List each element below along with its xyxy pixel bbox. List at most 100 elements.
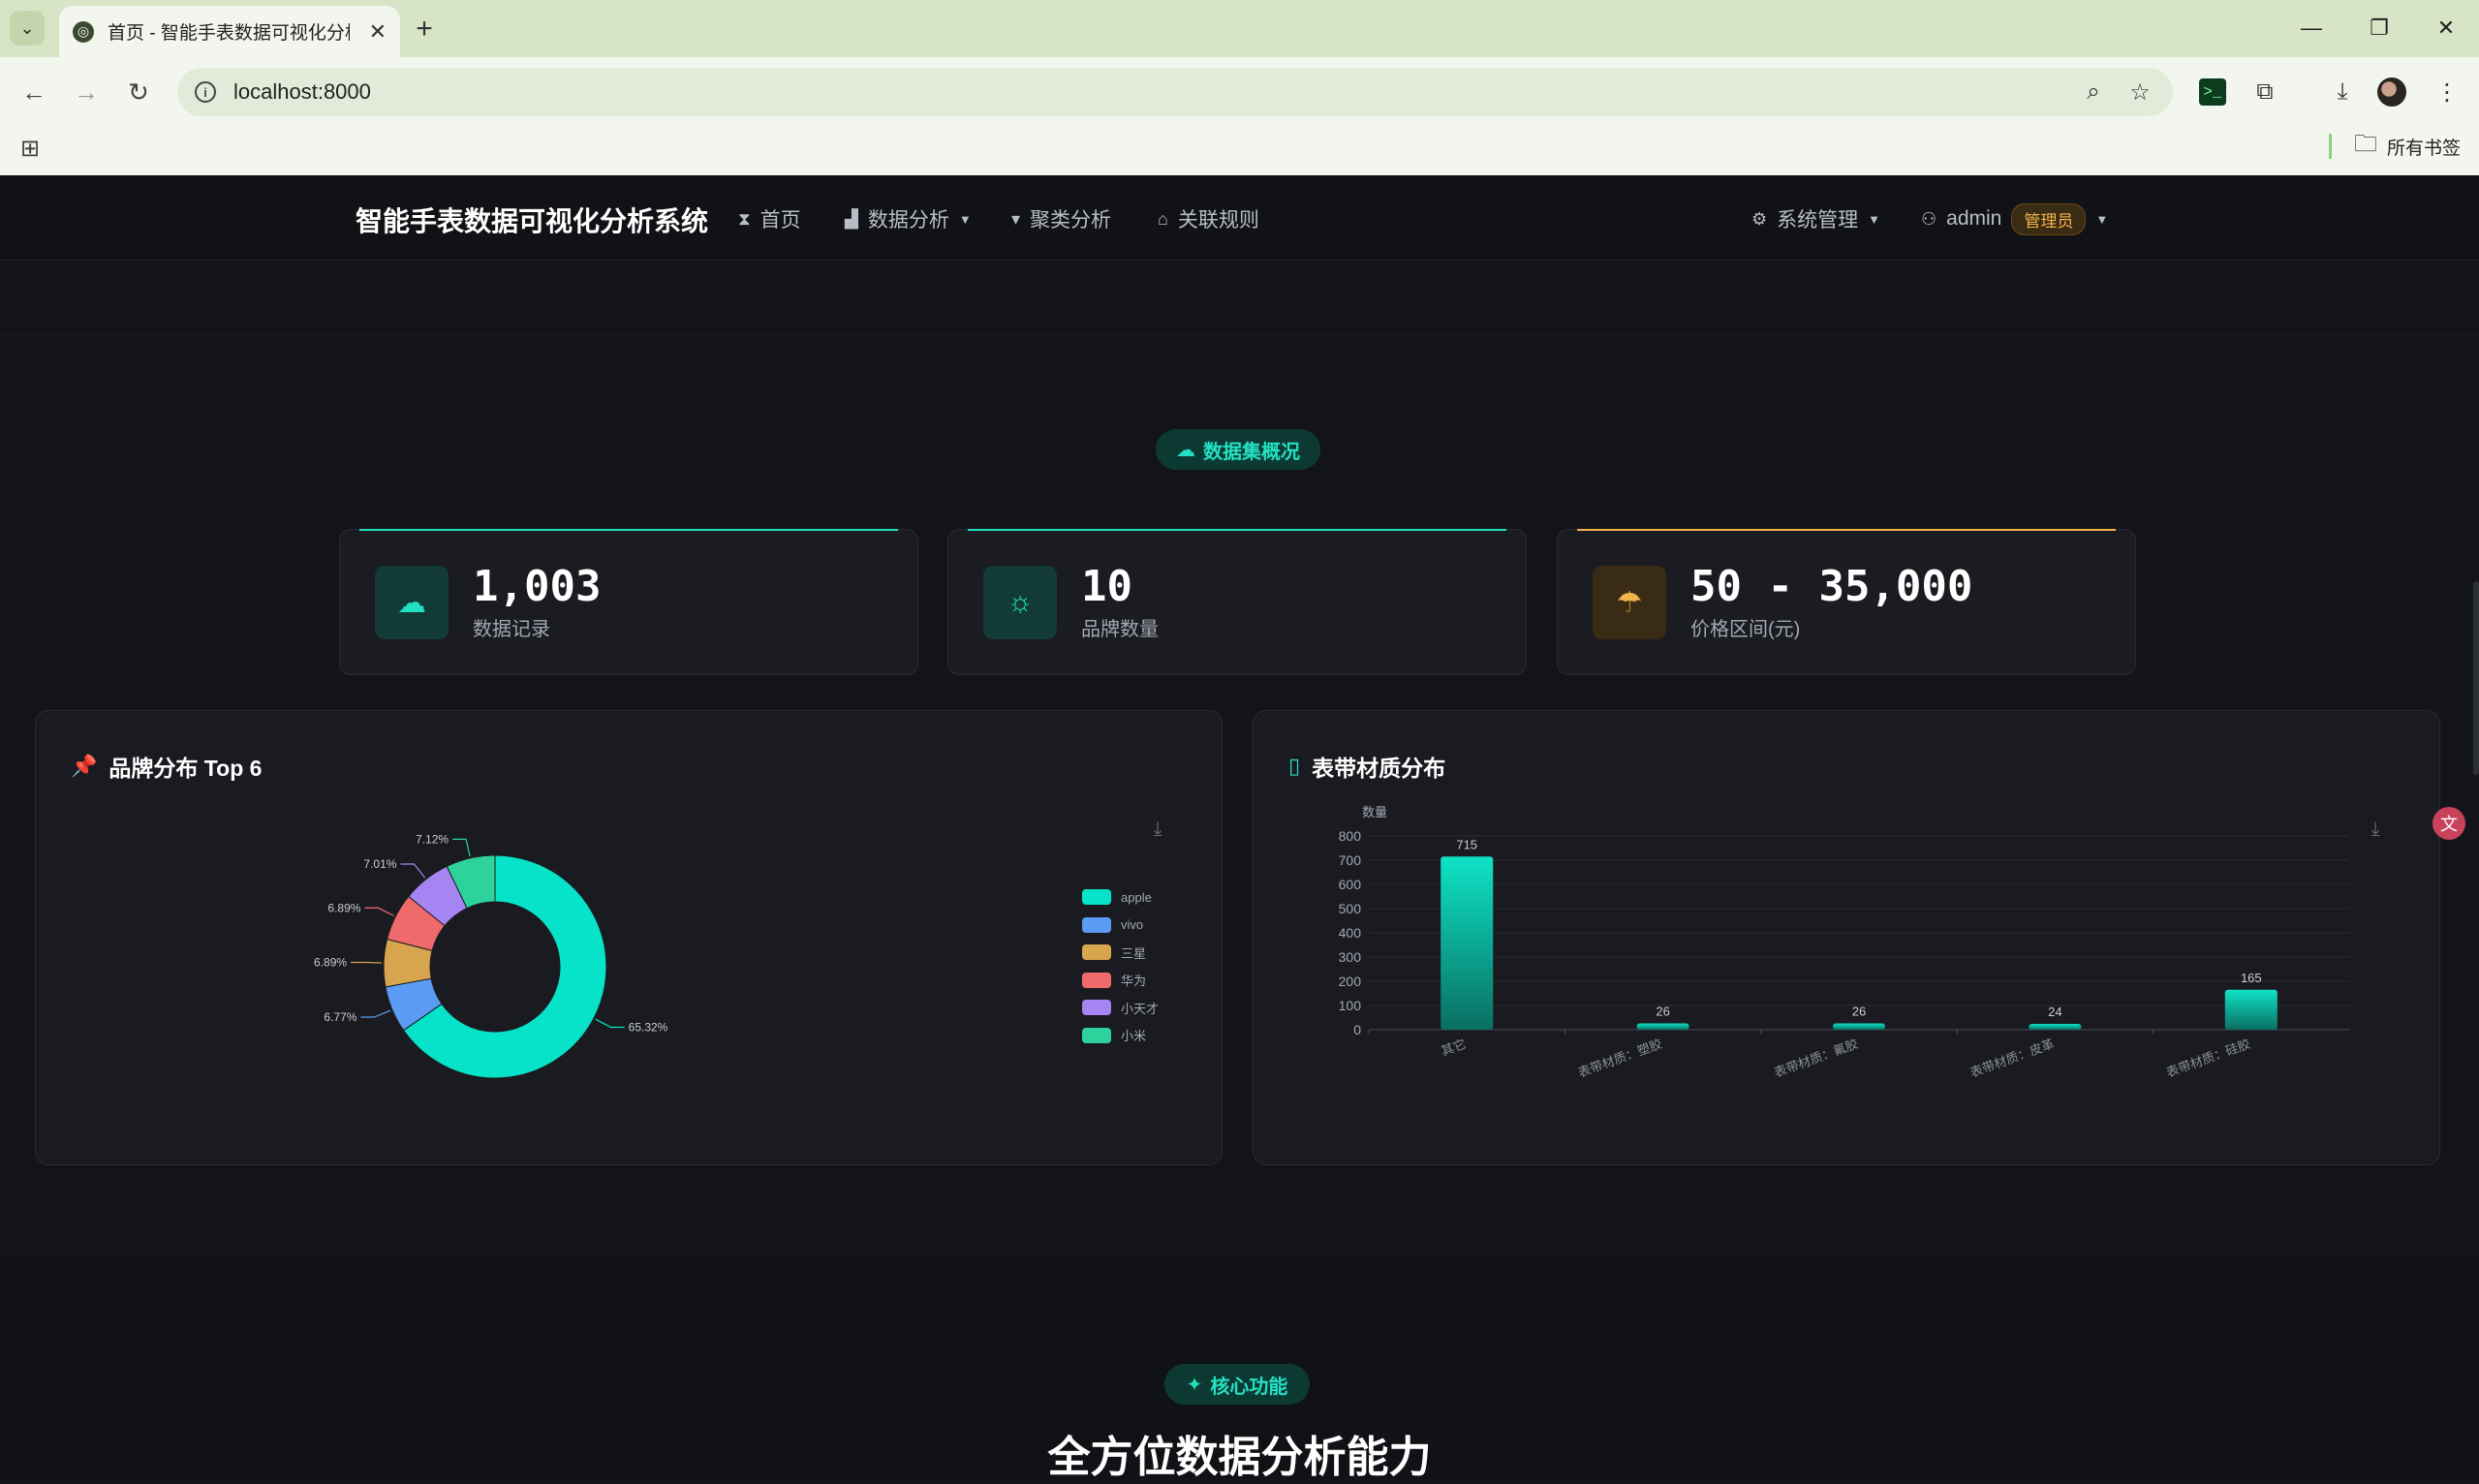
stat-card-price-range: ☂ 50 - 35,000 价格区间(元) (1557, 529, 2136, 675)
globe-icon: ◎ (73, 20, 94, 43)
pie-leader-line (351, 961, 383, 964)
nav-home-label: 首页 (759, 209, 801, 232)
tab-search-button[interactable]: ⌄ (10, 11, 45, 46)
bar-chart-icon: ▟ (845, 208, 858, 229)
all-bookmarks-folder[interactable]: 🗀 所有书签 (2354, 131, 2462, 161)
caret-down-icon: ▼ (958, 211, 972, 227)
username: admin (1946, 207, 2002, 230)
back-button[interactable]: ← (15, 74, 52, 110)
pie-data-label: 6.77% (324, 1010, 356, 1024)
nav-cluster-label: 聚类分析 (1030, 209, 1112, 232)
close-icon[interactable]: ✕ (369, 19, 387, 45)
legend-label: 小米 (1121, 1029, 1147, 1043)
kebab-menu-icon[interactable]: ⋮ (2431, 76, 2464, 108)
features-heading: 全方位数据分析能力 (1047, 1434, 1432, 1481)
url-text: localhost:8000 (233, 79, 371, 104)
cloud-rain-icon: ☂ (1593, 566, 1666, 639)
pie-leader-line (452, 838, 471, 857)
site-brand[interactable]: 智能手表数据可视化分析系统 (356, 201, 708, 239)
legend-item-华为[interactable]: 华为 (1082, 971, 1146, 990)
bookmarks-divider (2329, 134, 2332, 159)
download-icon[interactable]: ⤓ (2326, 76, 2359, 108)
stat-card-records: ☁ 1,003 数据记录 (339, 529, 918, 675)
site-info-icon[interactable]: i (195, 81, 216, 103)
new-tab-button[interactable]: + (407, 12, 442, 46)
legend-swatch (1082, 944, 1111, 960)
y-tick-label: 400 (1339, 925, 1362, 941)
pie-leader-line (595, 1018, 625, 1029)
x-tick-label: 表带材质：氟胶 (1772, 1036, 1860, 1080)
legend-item-小米[interactable]: 小米 (1082, 1026, 1146, 1045)
legend-swatch (1082, 916, 1111, 933)
pie-leader-line (364, 907, 394, 916)
nav-cluster-analysis[interactable]: ▾ 聚类分析 (1011, 204, 1111, 233)
y-tick-label: 800 (1339, 828, 1362, 844)
forward-button[interactable]: → (68, 74, 105, 110)
reload-button[interactable]: ↻ (120, 74, 157, 110)
scrollbar[interactable] (2473, 581, 2479, 775)
nav-system-management[interactable]: ⚙ 系统管理 ▼ (1751, 204, 1880, 233)
user-menu[interactable]: ⚇ admin 管理员 ▼ (1921, 202, 2108, 235)
brand-pie-chart: 65.32% 6.77% 6.89% 6.89% 7.01% 7.12% (314, 832, 668, 1079)
y-tick-label: 500 (1339, 901, 1362, 916)
pie-leader-line (360, 1009, 391, 1018)
y-tick-label: 700 (1339, 852, 1362, 868)
browser-tab[interactable]: ◎ 首页 - 智能手表数据可视化分析 ✕ (59, 6, 400, 57)
star-icon[interactable]: ☆ (2125, 77, 2154, 107)
bar-3 (2029, 1024, 2082, 1030)
legend-item-小天才[interactable]: 小天才 (1082, 998, 1159, 1017)
bar-2 (1833, 1023, 1885, 1030)
bar-value-label: 26 (1656, 1005, 1669, 1019)
stat-label: 价格区间(元) (1690, 619, 1801, 640)
nav-data-analysis[interactable]: ▟ 数据分析 ▼ (845, 204, 972, 233)
restore-button[interactable]: ❐ (2355, 10, 2403, 46)
chevron-down-icon: ⌄ (19, 17, 35, 38)
bar-value-label: 26 (1852, 1005, 1866, 1019)
nav-association-label: 关联规则 (1177, 209, 1259, 232)
stat-value: 10 (1081, 562, 1132, 611)
y-tick-label: 100 (1339, 998, 1362, 1013)
cloud-icon: ☁ (1176, 439, 1195, 461)
translate-icon[interactable]: 文 (2433, 807, 2465, 840)
legend-item-三星[interactable]: 三星 (1082, 943, 1146, 962)
nav-association-rules[interactable]: ⌂ 关联规则 (1158, 204, 1259, 233)
legend-item-apple[interactable]: apple (1082, 887, 1152, 907)
sun-icon: ☼ (983, 566, 1057, 639)
features-badge: ✦ 核心功能 (1164, 1364, 1310, 1405)
all-bookmarks-label: 所有书签 (2387, 138, 2462, 159)
gamepad-icon: ⌂ (1158, 208, 1168, 229)
bar-value-label: 24 (2048, 1005, 2061, 1019)
legend-item-vivo[interactable]: vivo (1082, 915, 1143, 935)
stat-value: 1,003 (473, 562, 602, 611)
pie-data-label: 7.01% (363, 857, 396, 871)
apps-grid-icon[interactable]: ⊞ (15, 134, 45, 163)
stat-card-brands: ☼ 10 品牌数量 (947, 529, 1527, 675)
section-divider (0, 334, 2479, 335)
y-tick-label: 200 (1339, 974, 1362, 989)
terminal-extension-icon[interactable]: >_ (2196, 76, 2229, 108)
material-bar-chart: 数量 0 100 200 300 400 500 600 700 800 715 其它 26 表带材质：塑… (1339, 805, 2349, 1080)
x-tick-label: 其它 (1440, 1036, 1469, 1059)
bar-value-label: 165 (2241, 971, 2262, 985)
bar-0 (1441, 856, 1494, 1030)
nav-system-label: 系统管理 (1777, 209, 1859, 232)
stat-value: 50 - 35,000 (1690, 562, 1973, 611)
minimize-button[interactable]: — (2287, 10, 2336, 46)
thumbs-down-icon: ▾ (1011, 208, 1021, 229)
window-close-button[interactable]: ✕ (2422, 10, 2470, 46)
y-axis-label: 数量 (1362, 805, 1387, 819)
role-badge: 管理员 (2011, 202, 2087, 235)
zoom-icon[interactable]: ⌕ (2079, 77, 2108, 107)
nav-data-analysis-label: 数据分析 (867, 209, 949, 232)
features-badge-label: 核心功能 (1210, 1376, 1288, 1398)
x-tick-label: 表带材质：塑胶 (1576, 1036, 1664, 1080)
legend-swatch (1082, 889, 1111, 905)
x-tick-label: 表带材质：皮革 (1968, 1036, 2057, 1080)
address-bar[interactable]: i localhost:8000 (177, 68, 2173, 116)
hourglass-icon: ⧗ (738, 208, 751, 229)
profile-avatar-icon[interactable] (2375, 76, 2408, 108)
legend-swatch (1082, 972, 1111, 988)
legend-label: 华为 (1121, 974, 1147, 988)
extensions-icon[interactable]: ⧉ (2248, 76, 2281, 108)
nav-home[interactable]: ⧗ 首页 (738, 204, 801, 233)
